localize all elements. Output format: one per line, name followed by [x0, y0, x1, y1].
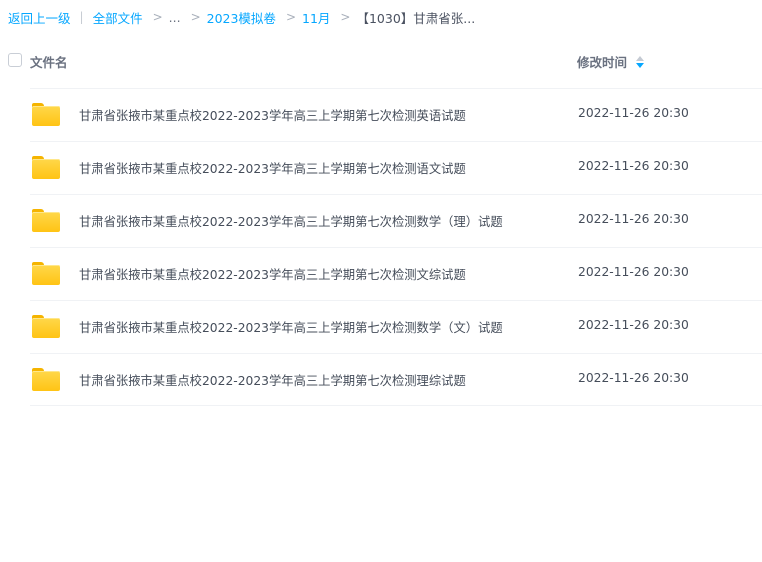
file-name[interactable]: 甘肃省张掖市某重点校2022-2023学年高三上学期第七次检测理综试题	[79, 371, 466, 389]
breadcrumb: 返回上一级 | 全部文件 > ... > 2023模拟卷 > 11月 > 【10…	[8, 7, 475, 27]
sort-icon[interactable]	[636, 55, 645, 68]
folder-icon	[32, 209, 60, 232]
table-row[interactable]: 甘肃省张掖市某重点校2022-2023学年高三上学期第七次检测语文试题 2022…	[0, 141, 762, 194]
file-modified-time: 2022-11-26 20:30	[578, 371, 689, 385]
back-link[interactable]: 返回上一级	[8, 8, 71, 27]
breadcrumb-item-all-files[interactable]: 全部文件	[93, 8, 143, 27]
folder-icon	[32, 103, 60, 126]
file-name[interactable]: 甘肃省张掖市某重点校2022-2023学年高三上学期第七次检测英语试题	[79, 106, 466, 124]
folder-icon	[32, 262, 60, 285]
folder-icon	[32, 368, 60, 391]
breadcrumb-item-current: 【1030】甘肃省张...	[356, 10, 476, 26]
breadcrumb-divider: |	[79, 10, 84, 24]
folder-icon	[32, 156, 60, 179]
file-modified-time: 2022-11-26 20:30	[578, 265, 689, 279]
chevron-right-icon: >	[285, 10, 296, 24]
table-header: 文件名 修改时间	[0, 48, 762, 74]
chevron-right-icon: >	[190, 10, 201, 24]
file-modified-time: 2022-11-26 20:30	[578, 159, 689, 173]
select-all-checkbox[interactable]	[8, 53, 22, 67]
folder-icon	[32, 315, 60, 338]
breadcrumb-item-2023-mock[interactable]: 2023模拟卷	[207, 8, 276, 27]
file-name[interactable]: 甘肃省张掖市某重点校2022-2023学年高三上学期第七次检测数学（理）试题	[79, 212, 503, 230]
file-modified-time: 2022-11-26 20:30	[578, 106, 689, 120]
column-header-modified[interactable]: 修改时间	[577, 52, 645, 71]
file-list: 甘肃省张掖市某重点校2022-2023学年高三上学期第七次检测英语试题 2022…	[0, 88, 762, 406]
file-name[interactable]: 甘肃省张掖市某重点校2022-2023学年高三上学期第七次检测数学（文）试题	[79, 318, 503, 336]
table-row[interactable]: 甘肃省张掖市某重点校2022-2023学年高三上学期第七次检测理综试题 2022…	[0, 353, 762, 406]
table-row[interactable]: 甘肃省张掖市某重点校2022-2023学年高三上学期第七次检测文综试题 2022…	[0, 247, 762, 300]
column-header-name[interactable]: 文件名	[30, 52, 68, 71]
breadcrumb-item-november[interactable]: 11月	[302, 8, 330, 27]
file-modified-time: 2022-11-26 20:30	[578, 212, 689, 226]
breadcrumb-item-ellipsis[interactable]: ...	[169, 10, 181, 25]
table-row[interactable]: 甘肃省张掖市某重点校2022-2023学年高三上学期第七次检测数学（理）试题 2…	[0, 194, 762, 247]
file-name[interactable]: 甘肃省张掖市某重点校2022-2023学年高三上学期第七次检测文综试题	[79, 265, 466, 283]
column-header-modified-label: 修改时间	[577, 55, 628, 70]
chevron-right-icon: >	[340, 10, 351, 24]
file-browser-page: 返回上一级 | 全部文件 > ... > 2023模拟卷 > 11月 > 【10…	[0, 0, 762, 562]
file-modified-time: 2022-11-26 20:30	[578, 318, 689, 332]
chevron-right-icon: >	[152, 10, 163, 24]
table-row[interactable]: 甘肃省张掖市某重点校2022-2023学年高三上学期第七次检测英语试题 2022…	[0, 88, 762, 141]
file-name[interactable]: 甘肃省张掖市某重点校2022-2023学年高三上学期第七次检测语文试题	[79, 159, 466, 177]
table-row[interactable]: 甘肃省张掖市某重点校2022-2023学年高三上学期第七次检测数学（文）试题 2…	[0, 300, 762, 353]
